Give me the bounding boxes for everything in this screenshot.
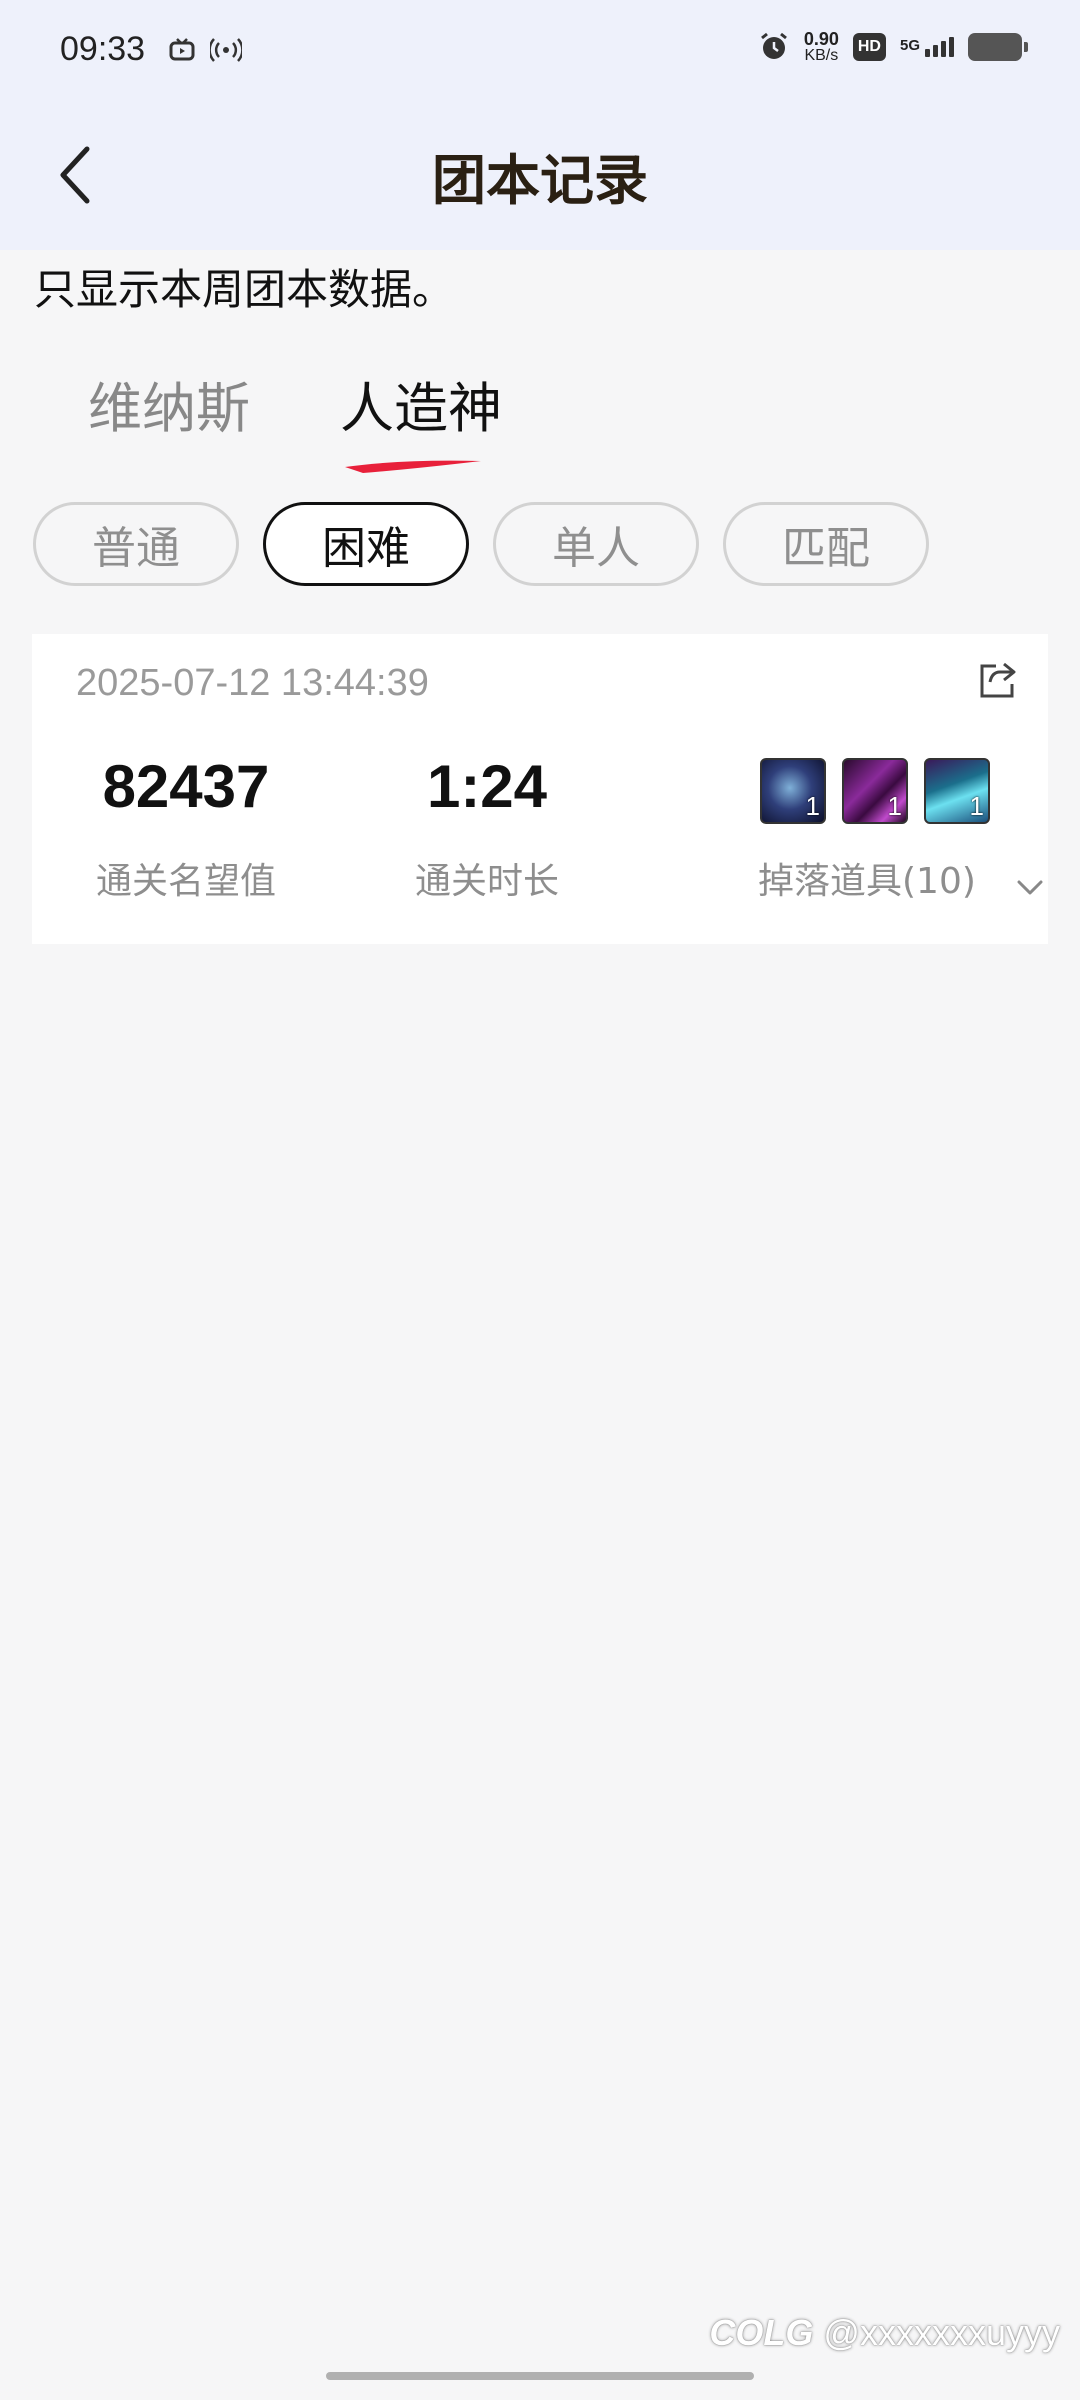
chip-matchmaking[interactable]: 匹配 xyxy=(723,502,929,586)
hotspot-icon xyxy=(210,38,242,62)
chevron-down-icon[interactable] xyxy=(1016,878,1044,898)
status-right-icons: 0.90 KB/s HD 5G xyxy=(758,30,1028,64)
cyan-crystal-item-icon[interactable]: 1 xyxy=(924,758,990,824)
chip-hard[interactable]: 困难 xyxy=(263,502,469,586)
record-timestamp: 2025-07-12 13:44:39 xyxy=(76,662,429,704)
fame-value: 82437 xyxy=(102,753,270,820)
dark-orb-item-icon[interactable]: 1 xyxy=(760,758,826,824)
net-speed: 0.90 KB/s xyxy=(804,30,839,64)
watermark-logo: COLG xyxy=(709,2312,814,2353)
watermark: COLG @xxxxxxxuyyy xyxy=(709,2312,1060,2354)
drop-count: 1 xyxy=(805,791,820,821)
home-indicator[interactable] xyxy=(326,2372,754,2380)
active-tab-indicator xyxy=(345,460,481,473)
drop-count: 1 xyxy=(887,791,902,821)
net-speed-unit: KB/s xyxy=(804,47,839,64)
network-label: 5G xyxy=(899,37,920,54)
share-button[interactable] xyxy=(978,660,1018,700)
record-card[interactable]: 2025-07-12 13:44:39 82437 通关名望值 1:24 通关时… xyxy=(32,634,1048,944)
watermark-handle: @xxxxxxxuyyy xyxy=(823,2312,1060,2353)
battery-icon xyxy=(968,33,1028,61)
chip-solo[interactable]: 单人 xyxy=(493,502,699,586)
notice-text: 只显示本周团本数据。 xyxy=(34,265,455,314)
duration-value: 1:24 xyxy=(426,753,548,820)
fame-label: 通关名望值 xyxy=(95,861,276,902)
hd-badge: HD xyxy=(852,33,886,61)
signal-5g-icon: 5G xyxy=(900,37,954,57)
share-icon xyxy=(980,662,1016,698)
net-speed-value: 0.90 xyxy=(803,29,839,49)
drop-items: 1 1 1 xyxy=(760,758,990,824)
difficulty-chips: 普通 困难 单人 匹配 xyxy=(33,502,929,586)
app-header: 团本记录 xyxy=(0,108,1080,250)
status-left-icons xyxy=(168,36,242,64)
duration-label: 通关时长 xyxy=(414,861,559,902)
chip-normal[interactable]: 普通 xyxy=(33,502,239,586)
page-title: 团本记录 xyxy=(432,149,648,212)
drop-count: 1 xyxy=(969,791,984,821)
main-content: 只显示本周团本数据。 维纳斯 人造神 普通 困难 单人 匹配 2025-07-1… xyxy=(0,250,1080,2400)
tab-venus[interactable]: 维纳斯 xyxy=(88,364,250,443)
status-bar: 09:33 0.90 KB/s HD 5G xyxy=(0,0,1080,108)
boss-tabs: 维纳斯 人造神 xyxy=(88,364,502,443)
purple-shard-item-icon[interactable]: 1 xyxy=(842,758,908,824)
tv-icon xyxy=(169,38,195,61)
alarm-icon xyxy=(760,32,787,59)
tab-artificial-god[interactable]: 人造神 xyxy=(340,364,502,443)
drops-label[interactable]: 掉落道具(10) xyxy=(758,852,976,904)
status-time: 09:33 xyxy=(60,30,146,68)
